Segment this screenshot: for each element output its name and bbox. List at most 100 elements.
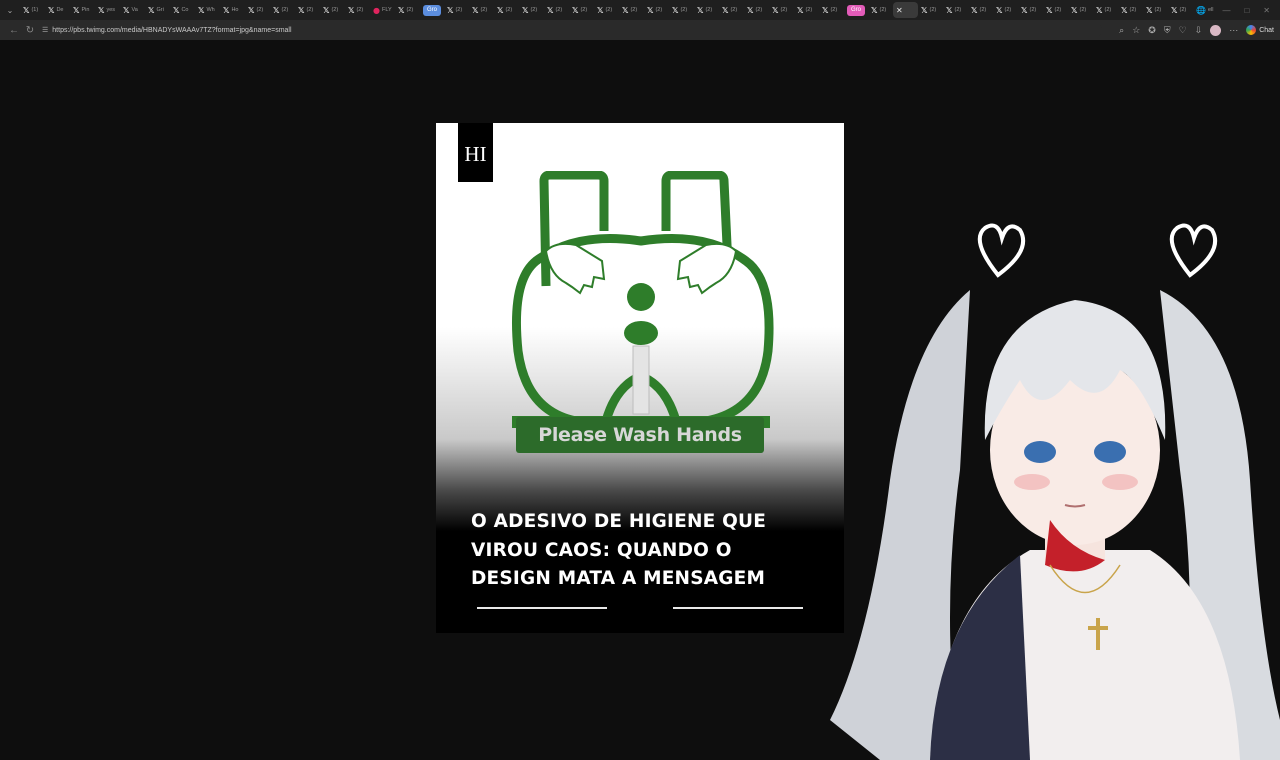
browser-tab[interactable]: 𝕏 (2) — [1068, 2, 1093, 18]
browser-tab[interactable]: 𝕏 (2) — [270, 2, 295, 18]
x-logo-icon: 𝕏 — [123, 5, 130, 15]
reload-icon[interactable]: ↻ — [22, 22, 38, 38]
displayed-image[interactable]: HI Please Wash Hands O ADESIVO DE HIGIEN… — [436, 123, 844, 633]
tab-title: (2) — [605, 7, 613, 13]
browser-tab[interactable]: 𝕏 (2) — [868, 2, 893, 18]
browser-tab[interactable]: 𝕏yes — [95, 2, 120, 18]
browser-tab[interactable]: 𝕏 (2) — [1143, 2, 1168, 18]
browser-tab[interactable]: 𝕏 (2) — [744, 2, 769, 18]
x-logo-icon: 𝕏 — [447, 5, 454, 15]
favorites-icon[interactable]: ♡ — [1179, 25, 1187, 36]
extension-icon[interactable]: ✪ — [1148, 25, 1156, 36]
browser-tab[interactable]: 𝕏 (2) — [569, 2, 594, 18]
browser-tab[interactable]: 𝕏 (2) — [694, 2, 719, 18]
browser-tab[interactable]: 𝕏 (2) — [1168, 2, 1193, 18]
x-logo-icon: 𝕏 — [1046, 5, 1053, 15]
headline-line: O ADESIVO DE HIGIENE QUE — [471, 511, 767, 532]
browser-tab[interactable]: 𝕏 (2) — [444, 2, 469, 18]
tab-title: (2) — [331, 7, 339, 13]
browser-tab[interactable]: 𝕏 (2) — [544, 2, 569, 18]
browser-tab[interactable]: 𝕏 (2) — [719, 2, 744, 18]
tab-title: (2) — [530, 7, 538, 13]
browser-tab[interactable]: 𝕏 (2) — [794, 2, 819, 18]
tab-title: (2) — [1154, 7, 1162, 13]
browser-tab[interactable]: 𝕏 (2) — [1118, 2, 1143, 18]
browser-tab[interactable]: 𝕏 Wh — [195, 2, 220, 18]
browser-tab[interactable]: 𝕏 Co — [170, 2, 195, 18]
shield-icon[interactable]: ⛨ — [1164, 25, 1171, 36]
browser-tab[interactable]: 𝕏 (2) — [594, 2, 619, 18]
zoom-icon[interactable]: ⌕ — [1119, 25, 1124, 36]
x-logo-icon: 𝕏 — [946, 5, 953, 15]
browser-tab[interactable]: 𝕏 Ho — [220, 2, 245, 18]
tab-title: (2) — [879, 7, 887, 13]
x-logo-icon: 𝕏 — [747, 5, 754, 15]
browser-tab[interactable]: ✕ — [893, 2, 919, 18]
url-text: https://pbs.twimg.com/media/HBNADYsWAAAv… — [52, 26, 292, 34]
browser-tab[interactable]: 𝕏 (2) — [968, 2, 993, 18]
browser-tab[interactable]: 𝕏 (2) — [918, 2, 943, 18]
site-info-icon[interactable]: ☰ — [42, 26, 48, 34]
tab-title: Gri — [156, 7, 164, 13]
browser-tab[interactable]: 🌐 ell — [1193, 2, 1218, 18]
browser-tab[interactable]: ● FLY — [370, 2, 395, 18]
address-bar[interactable]: ☰ https://pbs.twimg.com/media/HBNADYsWAA… — [42, 23, 1102, 37]
browser-tab[interactable]: 𝕏 (2) — [1093, 2, 1118, 18]
tab-title: (2) — [1054, 7, 1062, 13]
browser-tab[interactable]: 𝕏 (2) — [993, 2, 1018, 18]
browser-tab[interactable]: 𝕏 (2) — [494, 2, 519, 18]
tab-group-blue[interactable]: Gro — [423, 4, 442, 16]
browser-tab[interactable]: 𝕏 Gri — [145, 2, 170, 18]
browser-tab[interactable]: 𝕏 (2) — [644, 2, 669, 18]
browser-tab[interactable]: 𝕏 (2) — [469, 2, 494, 18]
browser-tab[interactable]: 𝕏 (2) — [245, 2, 270, 18]
globe-icon: 🌐 — [1196, 5, 1206, 15]
downloads-icon[interactable]: ⇩ — [1195, 25, 1203, 36]
browser-tab[interactable]: 𝕏 Va — [120, 2, 145, 18]
browser-tab[interactable]: 𝕏 (2) — [519, 2, 544, 18]
x-logo-icon: 𝕏 — [472, 5, 479, 15]
x-logo-icon: 𝕏 — [248, 5, 255, 15]
browser-tab[interactable]: 𝕏 (2) — [669, 2, 694, 18]
tab-strip: ⌄ 𝕏 (1) 𝕏 De 𝕏 Pin 𝕏yes 𝕏 Va 𝕏 Gri 𝕏 Co 𝕏 Wh 𝕏 Ho 𝕏 (2) 𝕏 (2… — [0, 0, 1280, 20]
tab-title: ell — [1208, 7, 1214, 13]
back-arrow-icon[interactable]: ← — [6, 22, 22, 38]
x-logo-icon: 𝕏 — [348, 5, 355, 15]
browser-tab[interactable]: 𝕏 (2) — [619, 2, 644, 18]
browser-tab[interactable]: 𝕏 (2) — [395, 2, 420, 18]
tab-list: 𝕏 (2) 𝕏 (2) 𝕏 (2) 𝕏 (2) 𝕏 (2) 𝕏 (2) 𝕏 (2) 𝕏 (2) 𝕏 (2) 𝕏 (2)… — [444, 2, 844, 18]
vtuber-avatar-overlay — [830, 223, 1280, 760]
tab-title: (2) — [281, 7, 289, 13]
tab-search-chevron-icon[interactable]: ⌄ — [0, 0, 20, 20]
close-tab-icon: ✕ — [896, 5, 903, 15]
more-menu-icon[interactable]: ⋯ — [1229, 25, 1238, 36]
browser-tab[interactable]: 𝕏 (1) — [20, 2, 45, 18]
profile-avatar[interactable] — [1210, 24, 1222, 36]
bookmark-star-icon[interactable]: ☆ — [1132, 25, 1140, 36]
tab-title: (2) — [505, 7, 513, 13]
browser-tab[interactable]: 𝕏 (2) — [1018, 2, 1043, 18]
window-controls: — □ ✕ — [1222, 0, 1280, 20]
chat-button[interactable]: Chat — [1246, 25, 1274, 35]
browser-tab[interactable]: 𝕏 (2) — [1043, 2, 1068, 18]
x-logo-icon: 𝕏 — [1146, 5, 1153, 15]
browser-tab[interactable]: 𝕏 (2) — [320, 2, 345, 18]
close-window-icon[interactable]: ✕ — [1263, 6, 1270, 15]
browser-tab[interactable]: 𝕏 (2) — [943, 2, 968, 18]
tab-title: (2) — [1129, 7, 1137, 13]
browser-tab[interactable]: 𝕏 De — [45, 2, 70, 18]
tab-title: (2) — [580, 7, 588, 13]
minimize-icon[interactable]: — — [1222, 6, 1230, 15]
tab-group-pink[interactable]: Gro — [847, 4, 866, 16]
browser-tab[interactable]: 𝕏 (2) — [819, 2, 844, 18]
browser-tab[interactable]: 𝕏 (2) — [769, 2, 794, 18]
tab-title: yes — [106, 7, 116, 13]
browser-tab[interactable]: 𝕏 Pin — [70, 2, 95, 18]
headline: O ADESIVO DE HIGIENE QUE VIROU CAOS: QUA… — [471, 508, 831, 594]
tab-title: (2) — [356, 7, 364, 13]
tab-title: (2) — [954, 7, 962, 13]
browser-tab[interactable]: 𝕏 (2) — [295, 2, 320, 18]
maximize-icon[interactable]: □ — [1244, 6, 1249, 15]
x-logo-icon: 𝕏 — [547, 5, 554, 15]
browser-tab[interactable]: 𝕏 (2) — [345, 2, 370, 18]
